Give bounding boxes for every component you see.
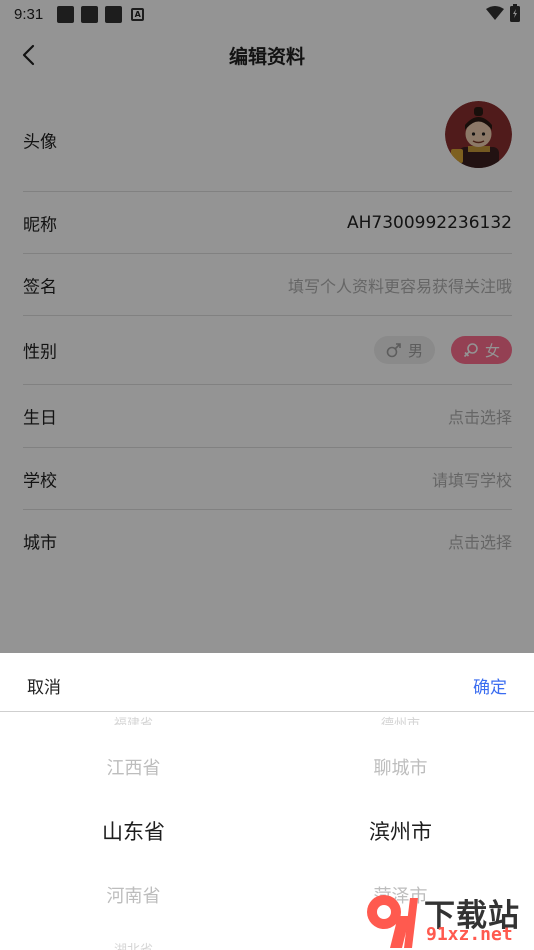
wheel-option[interactable]: 江西省 (0, 754, 267, 780)
watermark-url: 91xz.net (426, 924, 513, 945)
wheel-option: 湖北省 (0, 939, 267, 950)
watermark-logo-icon (367, 895, 418, 948)
modal-overlay[interactable] (0, 0, 534, 653)
wheel-option: 德州市 (380, 717, 420, 725)
wheel-option[interactable]: 河南省 (0, 882, 267, 908)
wheel-option-selected[interactable]: 山东省 (0, 816, 267, 846)
wheel-option-selected[interactable]: 滨州市 (267, 816, 534, 846)
wheel-option: 福建省 (113, 717, 153, 725)
wheel-option[interactable]: 聊城市 (267, 754, 534, 780)
confirm-button[interactable]: 确定 (473, 673, 507, 698)
province-wheel[interactable]: 福建省 江西省 山东省 河南省 湖北省 (0, 712, 267, 950)
picker-header: 取消 确定 (0, 653, 534, 712)
cancel-button[interactable]: 取消 (27, 673, 61, 698)
watermark: 下载站 91xz.net (362, 888, 532, 950)
